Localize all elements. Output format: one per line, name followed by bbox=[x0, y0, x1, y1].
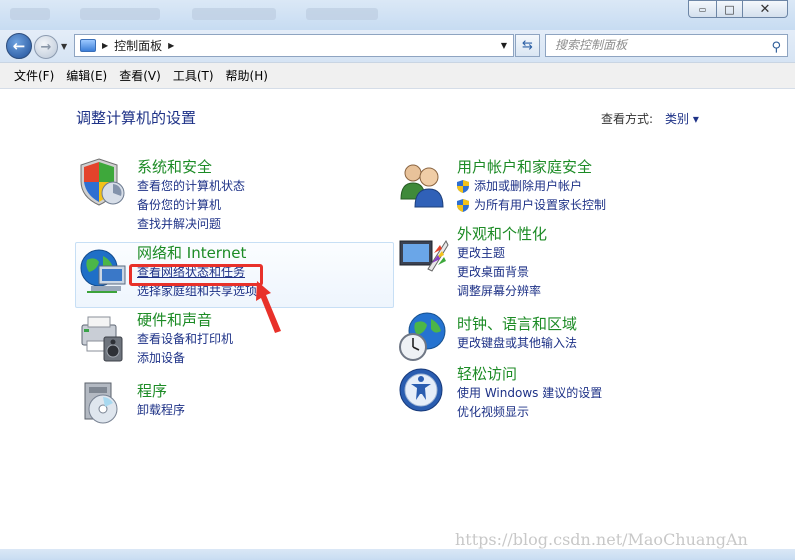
category-programs: 程序 卸载程序 bbox=[137, 382, 185, 420]
annotation-arrow-icon bbox=[256, 281, 281, 333]
link-add-device[interactable]: 添加设备 bbox=[137, 349, 233, 368]
link-view-computer-status[interactable]: 查看您的计算机状态 bbox=[137, 177, 245, 196]
ease-of-access-icon bbox=[399, 368, 443, 412]
address-field[interactable]: ▶ 控制面板 ▶ ▼ bbox=[74, 34, 514, 57]
menu-file[interactable]: 文件(F) bbox=[8, 67, 60, 84]
forward-button[interactable]: → bbox=[34, 35, 58, 59]
security-shield-icon bbox=[80, 158, 125, 206]
page-title: 调整计算机的设置 bbox=[76, 109, 197, 127]
link-change-desktop-background[interactable]: 更改桌面背景 bbox=[457, 263, 547, 282]
forward-arrow-icon: → bbox=[40, 39, 52, 55]
breadcrumb-arrow-icon[interactable]: ▶ bbox=[168, 41, 174, 50]
category-title-ease-of-access[interactable]: 轻松访问 bbox=[457, 365, 602, 384]
category-title-network-internet[interactable]: 网络和 Internet bbox=[137, 244, 257, 263]
link-windows-recommended[interactable]: 使用 Windows 建议的设置 bbox=[457, 384, 602, 403]
programs-disc-icon bbox=[84, 382, 118, 424]
view-by-dropdown[interactable]: 类别 ▾ bbox=[665, 110, 699, 127]
blurred-tab bbox=[80, 8, 160, 20]
link-backup-computer[interactable]: 备份您的计算机 bbox=[137, 196, 245, 215]
breadcrumb-arrow-icon[interactable]: ▶ bbox=[102, 41, 108, 50]
back-arrow-icon: ← bbox=[12, 37, 26, 55]
address-dropdown-icon[interactable]: ▼ bbox=[501, 41, 507, 50]
annotation-highlight-box bbox=[129, 264, 263, 286]
view-by-label: 查看方式: bbox=[601, 112, 654, 126]
category-title-user-accounts[interactable]: 用户帐户和家庭安全 bbox=[457, 158, 606, 177]
category-clock-region: 时钟、语言和区域 更改键盘或其他输入法 bbox=[457, 315, 577, 353]
control-panel-small-icon bbox=[80, 39, 96, 52]
minimize-button[interactable]: ▭ bbox=[688, 0, 717, 18]
category-ease-of-access: 轻松访问 使用 Windows 建议的设置 优化视频显示 bbox=[457, 365, 602, 422]
category-hardware-sound: 硬件和声音 查看设备和打印机 添加设备 bbox=[137, 311, 233, 368]
search-input[interactable]: 搜索控制面板 ⚲ bbox=[545, 34, 788, 57]
link-change-keyboard[interactable]: 更改键盘或其他输入法 bbox=[457, 334, 577, 353]
link-add-remove-accounts[interactable]: 添加或删除用户帐户 bbox=[457, 177, 606, 196]
refresh-button[interactable]: ⇆ bbox=[515, 34, 540, 57]
link-troubleshoot[interactable]: 查找并解决问题 bbox=[137, 215, 245, 234]
menu-edit[interactable]: 编辑(E) bbox=[60, 67, 113, 84]
uac-shield-icon bbox=[457, 199, 469, 212]
link-uninstall-program[interactable]: 卸载程序 bbox=[137, 401, 185, 420]
title-bar: ▭ □ ✕ bbox=[0, 0, 795, 30]
printer-speaker-icon bbox=[81, 316, 123, 362]
history-dropdown-icon[interactable]: ▼ bbox=[61, 42, 67, 51]
search-icon[interactable]: ⚲ bbox=[771, 37, 781, 58]
blurred-tab bbox=[192, 8, 276, 20]
appearance-monitor-icon bbox=[399, 239, 449, 272]
blurred-tab bbox=[306, 8, 378, 20]
link-devices-printers[interactable]: 查看设备和打印机 bbox=[137, 330, 233, 349]
maximize-icon: □ bbox=[724, 2, 735, 16]
link-optimize-display[interactable]: 优化视频显示 bbox=[457, 403, 602, 422]
category-title-system-security[interactable]: 系统和安全 bbox=[137, 158, 245, 177]
user-accounts-icon bbox=[400, 164, 444, 208]
close-button[interactable]: ✕ bbox=[742, 0, 788, 18]
link-change-theme[interactable]: 更改主题 bbox=[457, 244, 547, 263]
close-icon: ✕ bbox=[759, 1, 771, 17]
content-area: 调整计算机的设置 查看方式: 类别 ▾ 系统和安全 查看您的计算机状态 备份您的… bbox=[3, 89, 790, 549]
link-parental-controls[interactable]: 为所有用户设置家长控制 bbox=[457, 196, 606, 215]
network-globe-icon bbox=[80, 249, 126, 293]
search-placeholder: 搜索控制面板 bbox=[555, 38, 628, 52]
category-title-hardware-sound[interactable]: 硬件和声音 bbox=[137, 311, 233, 330]
back-button[interactable]: ← bbox=[6, 33, 32, 59]
menu-bar: 文件(F) 编辑(E) 查看(V) 工具(T) 帮助(H) bbox=[0, 62, 795, 89]
link-add-remove-accounts-text: 添加或删除用户帐户 bbox=[474, 179, 583, 193]
address-toolbar: ← → ▼ ▶ 控制面板 ▶ ▼ ⇆ 搜索控制面板 ⚲ bbox=[0, 30, 795, 62]
uac-shield-icon bbox=[457, 180, 469, 193]
minimize-icon: ▭ bbox=[698, 4, 707, 14]
category-user-accounts: 用户帐户和家庭安全 添加或删除用户帐户 为所有用户设置家长控制 bbox=[457, 158, 606, 215]
maximize-button[interactable]: □ bbox=[716, 0, 743, 18]
category-appearance: 外观和个性化 更改主题 更改桌面背景 调整屏幕分辨率 bbox=[457, 225, 547, 301]
menu-view[interactable]: 查看(V) bbox=[113, 67, 167, 84]
link-screen-resolution[interactable]: 调整屏幕分辨率 bbox=[457, 282, 547, 301]
status-bar bbox=[0, 549, 795, 560]
link-parental-controls-text: 为所有用户设置家长控制 bbox=[474, 198, 607, 212]
menu-help[interactable]: 帮助(H) bbox=[220, 67, 274, 84]
refresh-icon: ⇆ bbox=[522, 38, 533, 53]
category-title-appearance[interactable]: 外观和个性化 bbox=[457, 225, 547, 244]
category-title-clock-region[interactable]: 时钟、语言和区域 bbox=[457, 315, 577, 334]
clock-globe-icon bbox=[399, 312, 446, 361]
menu-tools[interactable]: 工具(T) bbox=[167, 67, 220, 84]
category-system-security: 系统和安全 查看您的计算机状态 备份您的计算机 查找并解决问题 bbox=[137, 158, 245, 234]
blurred-tab bbox=[10, 8, 50, 20]
breadcrumb-control-panel[interactable]: 控制面板 bbox=[114, 37, 162, 54]
category-title-programs[interactable]: 程序 bbox=[137, 382, 185, 401]
watermark: https://blog.csdn.net/MaoChuangAn bbox=[455, 530, 748, 549]
